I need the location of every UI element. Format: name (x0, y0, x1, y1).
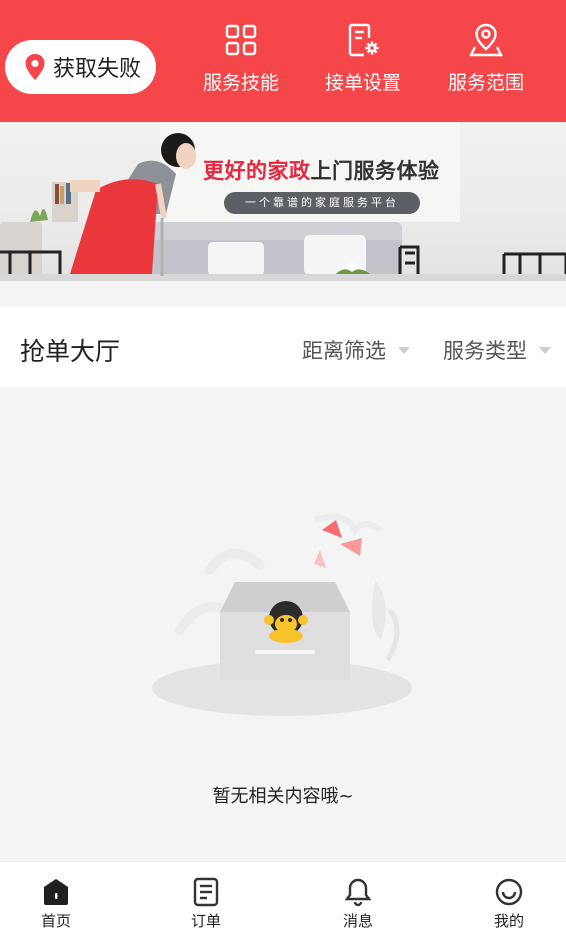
caret-down-icon (539, 346, 551, 354)
empty-message: 暂无相关内容哦~ (212, 786, 354, 807)
filter-label: 服务类型 (443, 339, 527, 363)
tab-label: 消息 (342, 912, 373, 930)
top-header: 获取失败 服务技能 接单设置 服务范围 (0, 0, 566, 122)
section-title: 抢单大厅 (20, 337, 121, 366)
promo-banner[interactable]: 更好的家政上门服务体验 一个靠谱的家庭服务平台 (0, 122, 566, 281)
smiley-profile-icon (495, 878, 523, 906)
location-pill[interactable]: 获取失败 (5, 40, 156, 94)
nav-service-area[interactable]: 服务范围 (431, 22, 541, 95)
service-type-filter-dropdown[interactable]: 服务类型 (443, 335, 551, 365)
bottom-tab-bar: 首页 订单 消息 我的 (0, 861, 566, 943)
banner-title-rest: 上门服务体验 (310, 159, 440, 183)
empty-inbox-illustration (152, 513, 412, 716)
location-status: 获取失败 (53, 57, 142, 82)
bell-icon (344, 878, 372, 907)
map-pin-icon (469, 23, 503, 57)
home-icon (44, 879, 68, 905)
order-hall-header: 抢单大厅 距离筛选 服务类型 (0, 307, 566, 387)
tab-orders[interactable]: 订单 (166, 877, 246, 931)
nav-label: 服务范围 (447, 72, 524, 94)
banner-title-highlight: 更好的家政 (203, 159, 311, 183)
tab-label: 首页 (40, 912, 71, 930)
tab-label: 我的 (493, 912, 524, 930)
tab-messages[interactable]: 消息 (318, 877, 398, 931)
grid-icon (225, 24, 257, 56)
tab-label: 订单 (190, 912, 221, 930)
tab-home[interactable]: 首页 (16, 877, 96, 931)
location-pin-icon (25, 54, 45, 80)
filter-label: 距离筛选 (302, 339, 386, 363)
nav-label: 服务技能 (202, 72, 279, 94)
distance-filter-dropdown[interactable]: 距离筛选 (302, 335, 410, 365)
order-list-icon (193, 877, 219, 907)
tab-profile[interactable]: 我的 (469, 877, 549, 931)
banner-title: 更好的家政上门服务体验 (203, 155, 440, 185)
empty-state: 暂无相关内容哦~ (0, 387, 566, 861)
settings-doc-icon (348, 23, 379, 57)
nav-label: 接单设置 (324, 72, 401, 94)
banner-subtitle: 一个靠谱的家庭服务平台 (224, 192, 420, 214)
nav-order-settings[interactable]: 接单设置 (308, 22, 418, 95)
nav-service-skills[interactable]: 服务技能 (186, 22, 296, 95)
caret-down-icon (398, 346, 410, 354)
